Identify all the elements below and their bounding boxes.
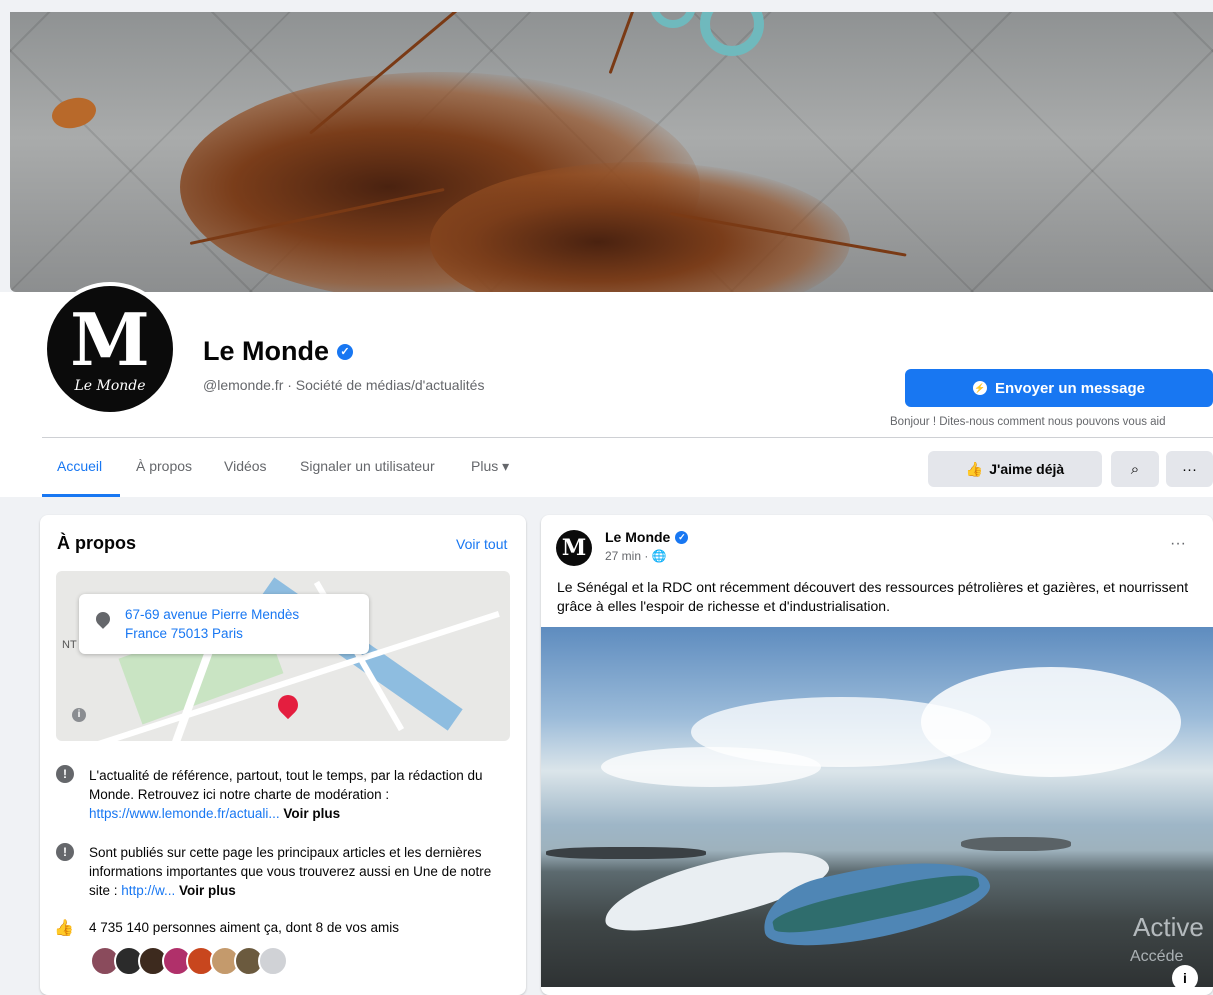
address-link[interactable]: 67-69 avenue Pierre Mendès France 75013 … <box>125 605 355 643</box>
like-count-icon: 👍 <box>54 920 74 937</box>
charter-link[interactable]: https://www.lemonde.fr/actuali... <box>89 806 280 821</box>
see-more-link[interactable]: Voir plus <box>175 883 236 898</box>
post-image[interactable] <box>541 627 1213 987</box>
tab-report-user[interactable]: Signaler un utilisateur <box>300 458 435 474</box>
send-message-button[interactable]: ⚡ Envoyer un message <box>905 369 1213 407</box>
header-divider <box>42 437 1213 438</box>
post-author-name: Le Monde <box>605 529 671 545</box>
tab-videos[interactable]: Vidéos <box>224 458 267 474</box>
info-icon: ! <box>56 843 74 861</box>
friend-avatar[interactable] <box>258 946 288 976</box>
post-author[interactable]: Le Monde ✓ <box>605 529 689 545</box>
about-publication-info: Sont publiés sur cette page les principa… <box>89 843 505 900</box>
avatar-caption: Le Monde <box>74 378 146 394</box>
verified-badge-icon: ✓ <box>675 530 689 544</box>
activation-watermark-sub: Accéde <box>1130 948 1184 965</box>
tab-a-propos[interactable]: À propos <box>136 458 192 474</box>
search-button[interactable]: ⌕ <box>1111 451 1159 487</box>
messenger-icon: ⚡ <box>972 381 987 395</box>
send-message-label: Envoyer un message <box>994 379 1146 397</box>
site-link[interactable]: http://w... <box>121 883 175 898</box>
more-icon: ··· <box>1182 460 1197 478</box>
image-info-icon[interactable]: i <box>1172 965 1198 991</box>
liked-label: J'aime déjà <box>989 461 1065 477</box>
profile-avatar[interactable]: M Le Monde <box>43 282 177 416</box>
avatar-logo: M <box>70 297 150 382</box>
about-description: L'actualité de référence, partout, tout … <box>89 766 505 823</box>
cover-photo[interactable] <box>10 12 1213 292</box>
page-subtitle: @lemonde.fr · Société de médias/d'actual… <box>203 377 485 393</box>
thumbs-up-icon: 👍 <box>965 460 984 477</box>
friends-avatars <box>90 946 288 976</box>
see-more-link[interactable]: Voir plus <box>280 806 340 821</box>
page-name: Le Monde <box>203 336 329 366</box>
description-text: L'actualité de référence, partout, tout … <box>89 768 483 802</box>
address-line-2: France 75013 Paris <box>125 626 243 641</box>
tab-more[interactable]: Plus ▾ <box>471 458 509 475</box>
post-author-avatar[interactable]: M <box>556 530 592 566</box>
greeting-text: Bonjour ! Dites-nous comment nous pouvon… <box>890 416 1166 428</box>
more-options-button[interactable]: ··· <box>1166 451 1213 487</box>
page-title: Le Monde ✓ <box>203 336 353 367</box>
activation-watermark: Active <box>1133 912 1204 942</box>
active-tab-indicator <box>42 494 120 497</box>
about-title: À propos <box>57 533 136 553</box>
verified-badge-icon: ✓ <box>337 343 353 360</box>
post-timestamp[interactable]: 27 min · 🌐 <box>605 549 667 563</box>
liked-button[interactable]: 👍 J'aime déjà <box>928 451 1102 487</box>
map-label: NT <box>62 639 77 651</box>
search-icon: ⌕ <box>1130 460 1140 478</box>
info-icon: ! <box>56 765 74 783</box>
post-more-icon[interactable]: ··· <box>1170 535 1186 553</box>
likes-count: 4 735 140 personnes aiment ça, dont 8 de… <box>89 920 399 935</box>
address-line-1: 67-69 avenue Pierre Mendès <box>125 607 300 622</box>
post-text: Le Sénégal et la RDC ont récemment décou… <box>557 579 1189 614</box>
tab-accueil[interactable]: Accueil <box>57 458 102 474</box>
see-all-link[interactable]: Voir tout <box>456 536 507 552</box>
map-info-icon[interactable]: i <box>72 708 86 722</box>
